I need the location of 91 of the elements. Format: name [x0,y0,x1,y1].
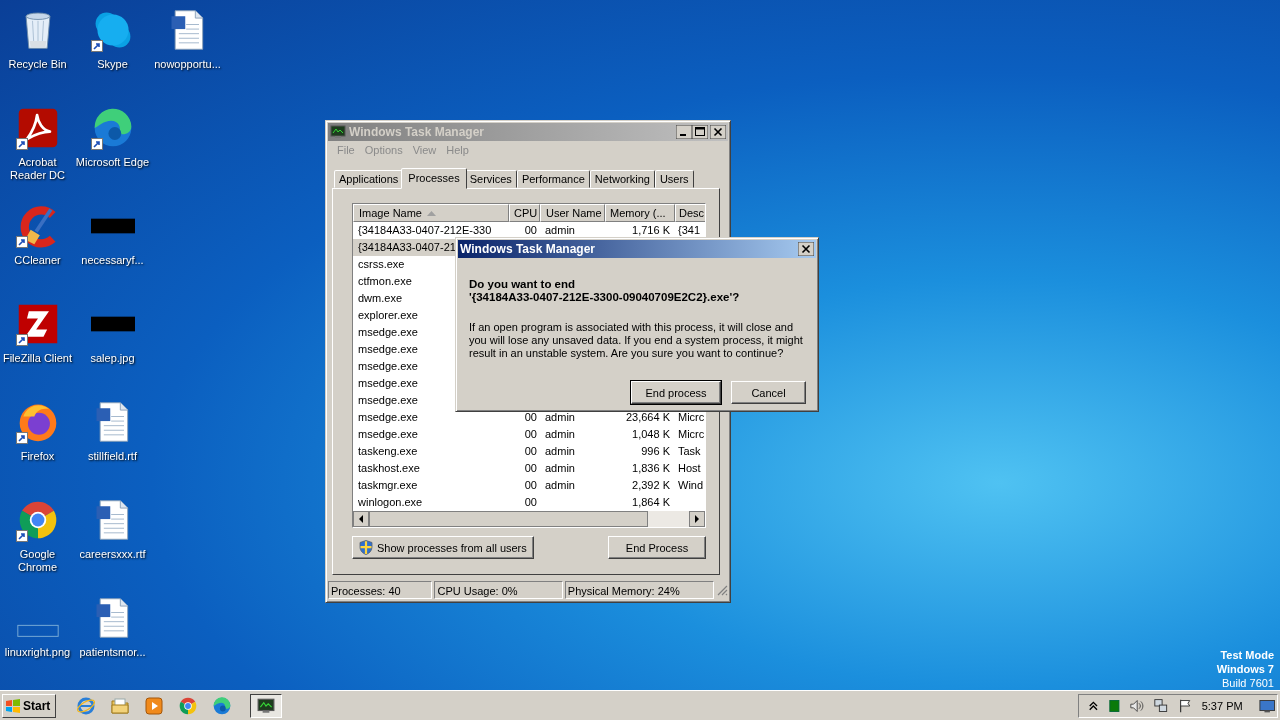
column-header[interactable]: Desc [675,204,705,222]
table-cell: 00 [524,479,537,492]
table-cell: {34184A33-0407-21 [358,241,456,254]
tab[interactable]: Users [654,170,694,188]
folder-icon[interactable] [110,695,130,716]
column-header[interactable]: Memory (... [605,204,675,222]
table-cell: csrss.exe [358,258,405,271]
table-cell: 2,392 K [632,479,670,492]
table-cell: 00 [524,462,537,475]
column-header[interactable]: User Name [540,204,605,222]
table-cell: 1,716 K [632,224,670,237]
tab[interactable]: Applications [334,170,404,188]
os-notice-text: Build 7601 [1222,676,1274,690]
column-header[interactable]: CPU [509,204,540,222]
tri-segment-circle-icon[interactable] [178,695,198,716]
column-header[interactable]: Image Name [353,204,509,222]
dialog-question: Do you want to end '{34184A33-0407-212E-3300-09040709E2C2}.exe'? [469,278,741,304]
table-cell: admin [545,462,575,475]
resize-grip-icon [716,584,728,596]
taskbar-button[interactable] [250,693,282,718]
table-cell: 00 [524,445,537,458]
table-row[interactable]: taskmgr.exe 00 admin 2,392 K Wind [353,477,705,494]
show-processes-button[interactable]: Show processes from all users [352,536,534,559]
table-row[interactable]: msedge.exe 00 admin 1,048 K Micrc [353,426,705,443]
table-cell: msedge.exe [358,428,418,441]
status-bar-panel: Physical Memory: 24% [564,581,715,599]
table-row[interactable]: winlogon.exe 00 1,864 K [353,494,705,511]
shield-icon [359,540,373,555]
window-title: Windows Task Manager [349,125,486,139]
table-cell: msedge.exe [358,360,418,373]
table-cell: admin [545,224,575,237]
tab[interactable]: Networking [589,170,655,188]
table-row[interactable]: taskeng.exe 00 admin 996 K Task [353,443,705,460]
tab[interactable]: Services [464,170,517,188]
table-row[interactable]: taskhost.exe 00 admin 1,836 K Host [353,460,705,477]
start-button[interactable]: Start [2,693,56,718]
monitor-icon [257,697,275,714]
table-cell: {34184A33-0407-212E-330 [358,224,492,237]
table-cell: 1,864 K [632,496,670,509]
dialog-button[interactable]: End process [631,381,721,404]
window-title: Windows Task Manager [460,242,597,256]
sort-arrow-icon [427,211,436,216]
status-bar-panel: CPU Usage: 0% [434,581,563,599]
table-cell: admin [545,479,575,492]
table-cell: 23,664 K [625,411,670,424]
flag-icon [5,698,21,713]
table-cell: Task [678,445,701,458]
table-cell: 00 [524,411,537,424]
table-cell: winlogon.exe [358,496,423,509]
table-cell: Micrc [678,411,705,424]
show-desktop-icon[interactable] [1258,697,1276,714]
table-cell: 00 [524,428,537,441]
globe-icon[interactable] [76,695,96,716]
swirl-icon[interactable] [212,695,232,716]
dialog-button[interactable]: Cancel [731,381,806,404]
table-cell: 1,836 K [632,462,670,475]
minimize-button[interactable] [676,125,692,139]
table-cell: 996 K [641,445,670,458]
table-cell: msedge.exe [358,411,418,424]
table-cell: admin [545,428,575,441]
os-notice-text: Test Mode [1220,648,1274,662]
os-notice-text: Windows 7 [1216,662,1274,676]
table-cell: Micrc [678,428,705,441]
table-cell: Host [678,462,701,475]
table-cell: taskmgr.exe [358,479,418,492]
table-cell: {341 [678,224,701,237]
dialog-message: If an open program is associated with this process, it will close and you will lose any unsaved data. If you end a system process, it might result in an unstable system. Are you sure you want to continue? [469,321,804,360]
monitor-icon [330,125,346,139]
table-cell: taskeng.exe [358,445,418,458]
table-cell: 1,048 K [632,428,670,441]
tab[interactable]: Performance [516,170,590,188]
table-row[interactable]: msedge.exe 00 admin 23,664 K Micrc [353,409,705,426]
table-cell: Wind [678,479,704,492]
table-cell: 00 [524,224,537,237]
close-button[interactable] [798,242,814,256]
table-row[interactable]: {34184A33-0407-212E-330 00 admin 1,716 K {341 [353,222,705,239]
table-cell: admin [545,445,575,458]
table-cell: 00 [524,496,537,509]
end-process-button[interactable]: End Process [608,536,706,559]
maximize-button[interactable] [692,125,708,139]
table-cell: admin [545,411,575,424]
status-bar-panel: Processes: 40 [328,581,433,599]
clock-time[interactable]: 5:37 PM [1201,699,1243,712]
network-icon[interactable] [1152,696,1170,715]
table-cell: taskhost.exe [358,462,420,475]
play-icon[interactable] [144,695,164,716]
table-cell: msedge.exe [358,377,418,390]
close-button[interactable] [710,125,726,139]
table-cell: explorer.exe [358,309,418,322]
horizontal-scrollbar[interactable] [353,511,705,527]
tab[interactable]: Processes [401,168,467,189]
